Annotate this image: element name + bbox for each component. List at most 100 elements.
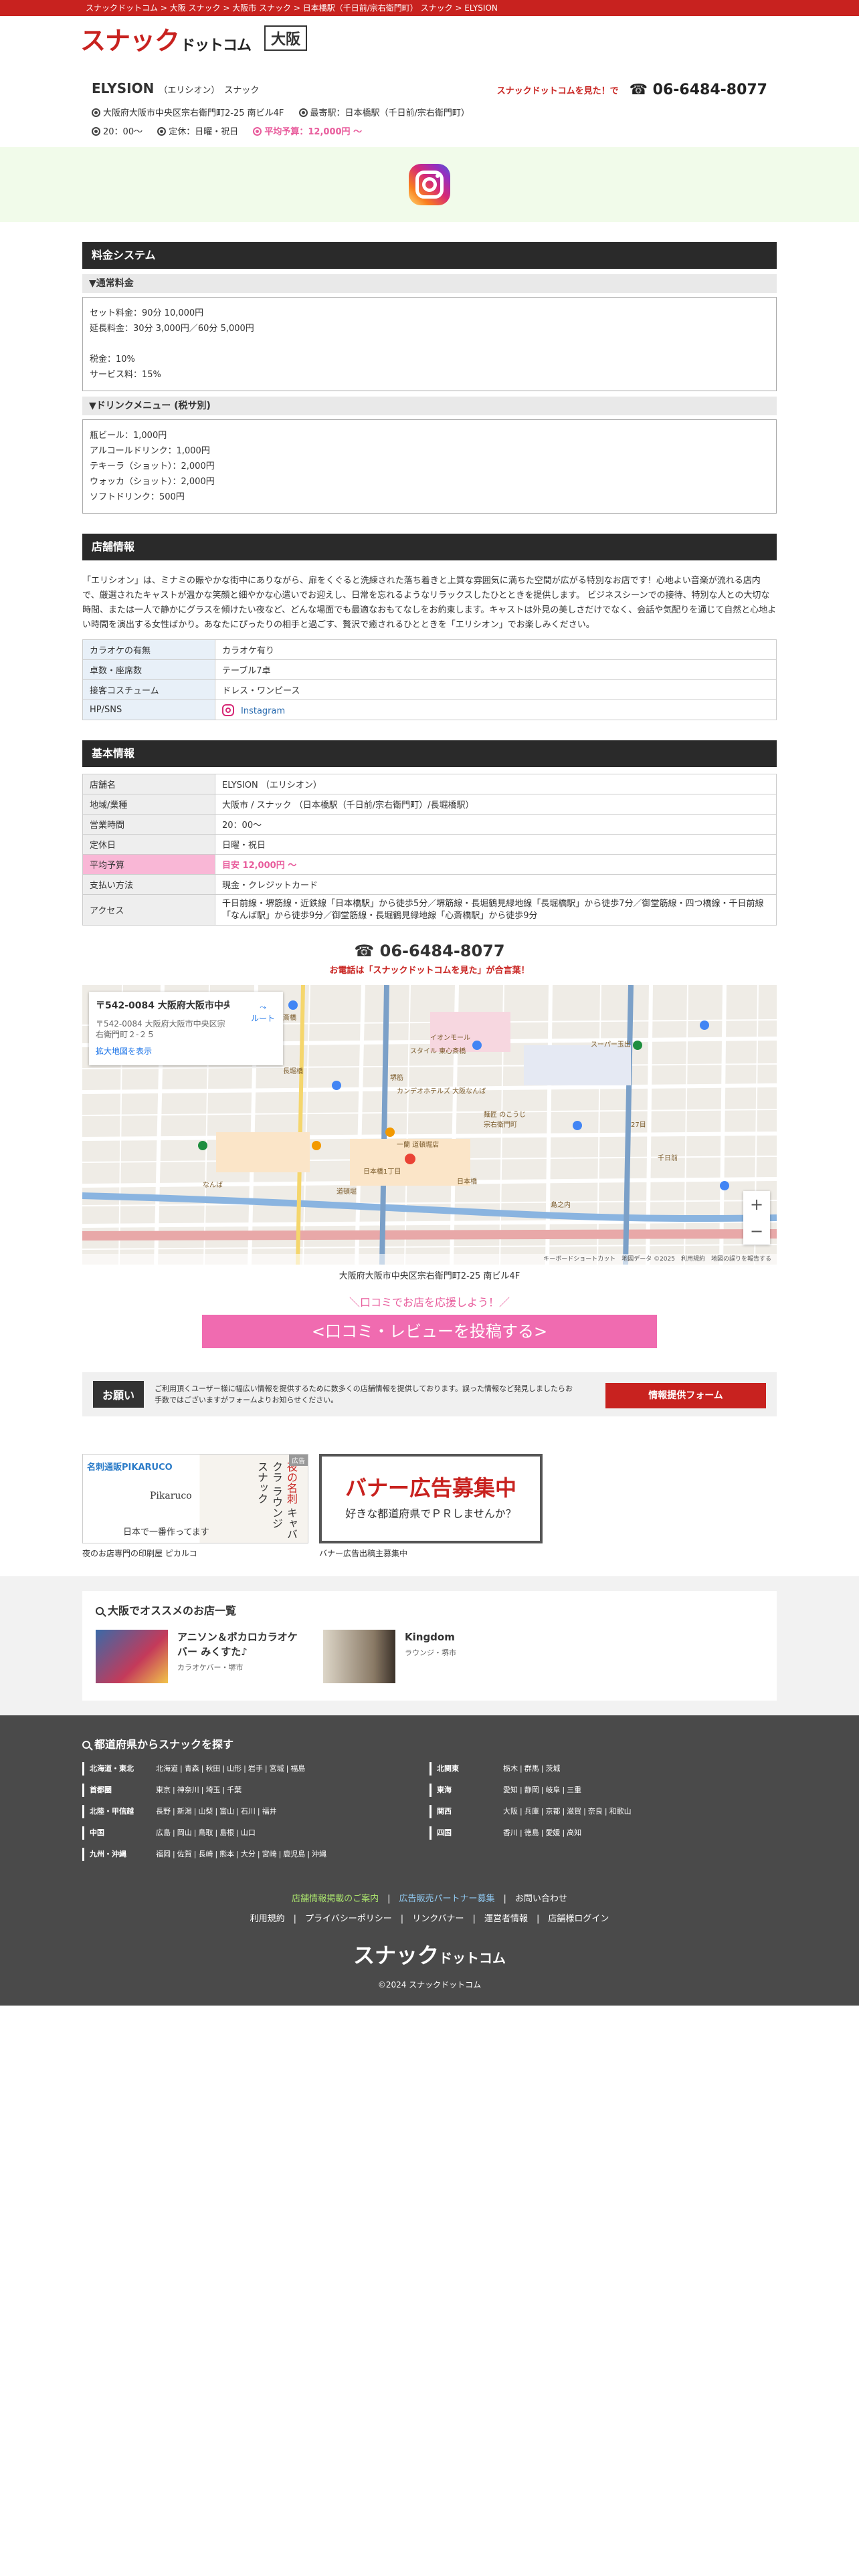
prefecture-link[interactable]: 長崎 <box>198 1850 213 1858</box>
footer-link[interactable]: リンクバナー <box>412 1914 464 1924</box>
table-row: 定休日 日曜・祝日 <box>82 834 777 855</box>
recommend-name[interactable]: アニソン＆ボカロカラオケバー みくすた♪ <box>177 1630 298 1659</box>
prefecture-row: 関西 大阪 | 兵庫 | 京都 | 滋賀 | 奈良 | 和歌山 <box>430 1805 777 1826</box>
recommend-name[interactable]: Kingdom <box>405 1630 525 1644</box>
post-review-button[interactable]: <口コミ・レビューを投稿する> <box>202 1315 657 1348</box>
prefecture-link[interactable]: 岡山 <box>177 1828 192 1837</box>
prefecture-link[interactable]: 熊本 <box>219 1850 234 1858</box>
recruit-banner-image[interactable]: バナー広告募集中 好きな都道府県でＰＲしませんか？ <box>319 1454 543 1543</box>
prefecture-link[interactable]: 石川 <box>241 1807 256 1816</box>
prefecture-link[interactable]: 山口 <box>241 1828 256 1837</box>
footer-link[interactable]: 広告販売パートナー募集 <box>399 1894 494 1904</box>
google-map[interactable]: 心斎橋 長堀橋 堺筋 スーパー玉出 イオンモール スタイル 東心斎橋 カンデオホテルズ 大阪… <box>82 985 777 1265</box>
prefecture-links: 福岡 | 佐賀 | 長崎 | 熊本 | 大分 | 宮崎 | 鹿児島 | 沖縄 <box>156 1848 328 1869</box>
prefecture-link[interactable]: 山梨 <box>198 1807 213 1816</box>
prefecture-link[interactable]: 秋田 <box>205 1764 220 1773</box>
tel-top[interactable]: スナックドットコムを見た！で ☎ 06-6484-8077 <box>497 82 767 98</box>
footer-link[interactable]: お問い合わせ <box>515 1894 567 1904</box>
prefecture-link[interactable]: 鹿児島 <box>283 1850 305 1858</box>
footer-link[interactable]: プライバシーポリシー <box>305 1914 392 1924</box>
pikaruco-banner-image[interactable]: 名刺通販PIKARUCO Pikaruco 日本で一番作ってます 夜の名刺 キャ… <box>82 1454 308 1543</box>
tel-center[interactable]: ☎ 06-6484-8077 <box>82 942 777 960</box>
map-enlarge-link[interactable]: 拡大地図を表示 <box>96 1045 276 1057</box>
prefecture-link[interactable]: 宮崎 <box>262 1850 277 1858</box>
prefecture-link[interactable]: 福岡 <box>156 1850 171 1858</box>
prefecture-link[interactable]: 千葉 <box>227 1786 242 1794</box>
footer-inner: 都道府県からスナックを探す 北海道・東北 北海道 | 青森 | 秋田 | 山形 | 岩手 | 宮城 | 福… <box>82 1735 777 1990</box>
info-form-button[interactable]: 情報提供フォーム <box>605 1383 766 1408</box>
prefecture-link[interactable]: 広島 <box>156 1828 171 1837</box>
zoom-out-button[interactable]: − <box>743 1218 770 1245</box>
prefecture-link[interactable]: 兵庫 <box>524 1807 539 1816</box>
breadcrumb-item[interactable]: 日本橋駅（千日前/宗右衛門町） スナック <box>303 3 453 13</box>
instagram-link[interactable]: Instagram <box>241 706 285 716</box>
prefecture-link[interactable]: 群馬 <box>524 1764 539 1773</box>
footer-logo[interactable]: スナックドットコム <box>82 1939 777 1969</box>
prefecture-link[interactable]: 長野 <box>156 1807 171 1816</box>
recommend-thumb[interactable] <box>323 1630 395 1683</box>
recommend-thumb[interactable] <box>96 1630 168 1683</box>
shop-header: ELYSION （エリシオン） スナック スナックドットコムを見た！で ☎ 06… <box>92 80 767 147</box>
prefecture-link[interactable]: 富山 <box>219 1807 234 1816</box>
prefecture-link[interactable]: 京都 <box>545 1807 560 1816</box>
prefecture-link[interactable]: 山形 <box>227 1764 242 1773</box>
sns-value[interactable]: Instagram <box>215 700 777 720</box>
row-key: 地域/業種 <box>82 794 215 815</box>
prefecture-link[interactable]: 福井 <box>262 1807 277 1816</box>
banner-recruit[interactable]: バナー広告募集中 好きな都道府県でＰＲしませんか？ バナー広告出稿主募集中 <box>319 1454 543 1559</box>
prefecture-link[interactable]: 北海道 <box>156 1764 178 1773</box>
prefecture-link[interactable]: 岩手 <box>248 1764 263 1773</box>
prefecture-link[interactable]: 島根 <box>219 1828 234 1837</box>
info-request-bar: お願い ご利用頂くユーザー様に幅広い情報を提供するために数多くの店舗情報を提供し… <box>82 1372 777 1416</box>
prefecture-link[interactable]: 茨城 <box>545 1764 560 1773</box>
prefecture-link[interactable]: 沖縄 <box>312 1850 326 1858</box>
prefecture-link[interactable]: 栃木 <box>503 1764 518 1773</box>
site-logo[interactable]: スナック ドットコム <box>80 20 252 57</box>
recommend-item[interactable]: Kingdom ラウンジ・堺市 <box>323 1630 551 1683</box>
prefecture-link[interactable]: 神奈川 <box>177 1786 199 1794</box>
prefecture-link[interactable]: 大分 <box>241 1850 256 1858</box>
prefecture-link[interactable]: 奈良 <box>588 1807 603 1816</box>
prefecture-link[interactable]: 宮城 <box>270 1764 284 1773</box>
prefecture-link[interactable]: 佐賀 <box>177 1850 192 1858</box>
prefecture-link[interactable]: 福島 <box>290 1764 305 1773</box>
prefecture-link[interactable]: 埼玉 <box>205 1786 220 1794</box>
recommend-item[interactable]: アニソン＆ボカロカラオケバー みくすた♪ カラオケバー・堺市 <box>96 1630 323 1683</box>
footer-link[interactable]: 利用規約 <box>250 1914 285 1924</box>
prefecture-link[interactable]: 滋賀 <box>567 1807 581 1816</box>
prefecture-link[interactable]: 岐阜 <box>545 1786 560 1794</box>
footer-link[interactable]: 店舗情報掲載のご案内 <box>292 1894 379 1904</box>
prefecture-link[interactable]: 静岡 <box>524 1786 539 1794</box>
prefecture-link[interactable]: 青森 <box>185 1764 199 1773</box>
prefecture-link[interactable]: 新潟 <box>177 1807 192 1816</box>
prefecture-sep: | <box>173 1828 175 1837</box>
prefecture-link[interactable]: 三重 <box>567 1786 581 1794</box>
prefecture-link[interactable]: 愛知 <box>503 1786 518 1794</box>
map-label: 麺匠 のこうじ <box>484 1111 527 1119</box>
banner-caption[interactable]: 夜のお店専門の印刷屋 ピカルコ <box>82 1547 308 1559</box>
map-route-button[interactable]: ⤳ ルート <box>251 1002 275 1024</box>
banner-caption[interactable]: バナー広告出稿主募集中 <box>319 1547 543 1559</box>
access-key: アクセス <box>82 894 215 926</box>
region-name: 北海道・東北 <box>82 1762 156 1776</box>
breadcrumb-item[interactable]: 大阪 スナック <box>170 3 221 13</box>
tel-number[interactable]: ☎ 06-6484-8077 <box>630 82 767 98</box>
banner-pikaruco[interactable]: 名刺通販PIKARUCO Pikaruco 日本で一番作ってます 夜の名刺 キャ… <box>82 1454 308 1559</box>
prefecture-links: 広島 | 岡山 | 鳥取 | 島根 | 山口 <box>156 1826 258 1848</box>
breadcrumb-item[interactable]: 大阪市 スナック <box>232 3 291 13</box>
prefecture-link[interactable]: 徳島 <box>524 1828 539 1837</box>
prefecture-link[interactable]: 鳥取 <box>198 1828 213 1837</box>
breadcrumb-item[interactable]: スナックドットコム <box>86 3 158 13</box>
prefecture-link[interactable]: 和歌山 <box>609 1807 632 1816</box>
prefecture-link[interactable]: 高知 <box>567 1828 581 1837</box>
zoom-in-button[interactable]: + <box>743 1191 770 1218</box>
prefecture-link[interactable]: 香川 <box>503 1828 518 1837</box>
prefecture-link[interactable]: 東京 <box>156 1786 171 1794</box>
footer-link[interactable]: 運営者情報 <box>484 1914 528 1924</box>
instagram-icon[interactable] <box>409 164 450 205</box>
prefecture-row: 九州・沖縄 福岡 | 佐賀 | 長崎 | 熊本 | 大分 | 宮崎 | 鹿児島 | 沖縄 <box>82 1848 430 1869</box>
banner-area: 名刺通販PIKARUCO Pikaruco 日本で一番作ってます 夜の名刺 キャ… <box>82 1454 777 1559</box>
prefecture-link[interactable]: 愛媛 <box>545 1828 560 1837</box>
footer-link[interactable]: 店舗様ログイン <box>548 1914 609 1924</box>
prefecture-link[interactable]: 大阪 <box>503 1807 518 1816</box>
